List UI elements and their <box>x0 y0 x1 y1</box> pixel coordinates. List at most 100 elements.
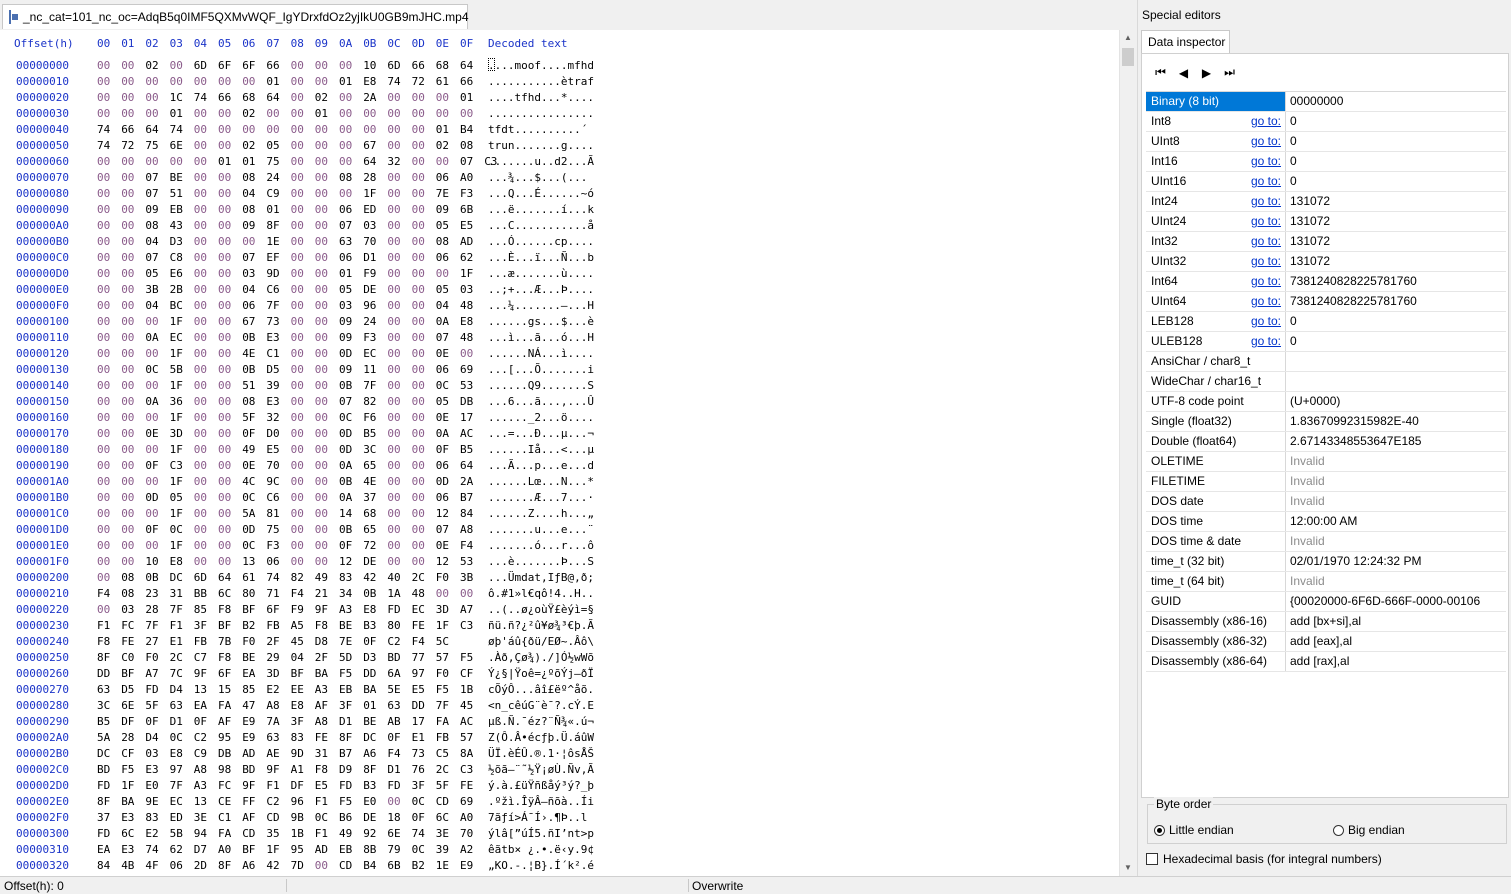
hex-byte[interactable]: 00 <box>121 362 134 378</box>
hex-byte[interactable]: 00 <box>121 250 134 266</box>
hex-byte[interactable]: 0F <box>242 426 255 442</box>
hex-byte[interactable]: DD <box>412 698 425 714</box>
hex-byte[interactable]: 06 <box>339 202 352 218</box>
hex-byte[interactable]: F5 <box>460 650 473 666</box>
hex-byte[interactable]: 1F <box>170 378 183 394</box>
hex-byte[interactable]: 00 <box>97 266 110 282</box>
inspector-row[interactable]: time_t (32 bit) 02/01/1970 12:24:32 PM <box>1146 552 1506 572</box>
hex-byte[interactable]: BA <box>315 666 328 682</box>
hex-byte[interactable]: 7F <box>170 602 183 618</box>
hex-byte[interactable]: 00 <box>97 506 110 522</box>
hex-byte[interactable]: 00 <box>412 186 425 202</box>
hex-byte[interactable]: 06 <box>170 858 183 874</box>
hex-byte[interactable]: B5 <box>363 426 376 442</box>
hex-byte[interactable]: 2C <box>436 762 449 778</box>
hex-byte[interactable]: EA <box>242 666 255 682</box>
big-endian-radio[interactable]: Big endian <box>1333 823 1405 837</box>
hex-byte[interactable]: 7A <box>266 714 279 730</box>
hex-byte[interactable]: BF <box>291 666 304 682</box>
hex-byte[interactable]: 6B <box>460 202 473 218</box>
hex-byte[interactable]: B4 <box>363 858 376 874</box>
hex-byte[interactable]: 0A <box>339 490 352 506</box>
hex-byte[interactable]: 00 <box>194 106 207 122</box>
decoded-text[interactable]: ................ <box>488 106 594 122</box>
hex-byte[interactable]: 73 <box>412 746 425 762</box>
hex-byte[interactable]: 0B <box>339 474 352 490</box>
hex-byte[interactable]: 00 <box>97 170 110 186</box>
hex-byte[interactable]: B5 <box>460 442 473 458</box>
hex-byte[interactable]: 3B <box>460 570 473 586</box>
hex-byte[interactable]: 00 <box>194 74 207 90</box>
hex-byte[interactable]: F3 <box>363 330 376 346</box>
hex-byte[interactable]: A7 <box>460 602 473 618</box>
hex-byte[interactable]: 12 <box>436 554 449 570</box>
hex-byte[interactable]: B7 <box>339 746 352 762</box>
hex-byte[interactable]: 00 <box>363 106 376 122</box>
hex-byte[interactable]: A6 <box>242 858 255 874</box>
hex-byte[interactable]: 1F <box>363 186 376 202</box>
hex-byte[interactable]: 06 <box>436 362 449 378</box>
hex-byte[interactable]: 00 <box>218 442 231 458</box>
hex-byte[interactable]: 00 <box>291 410 304 426</box>
hex-byte[interactable]: 02 <box>145 58 158 74</box>
hex-byte[interactable]: 00 <box>121 298 134 314</box>
hex-byte[interactable]: 7F <box>363 378 376 394</box>
hex-byte[interactable]: 66 <box>121 122 134 138</box>
hex-byte[interactable]: 01 <box>266 74 279 90</box>
hex-byte[interactable]: 00 <box>315 474 328 490</box>
hex-byte[interactable]: FB <box>194 634 207 650</box>
hex-byte[interactable]: 0D <box>145 490 158 506</box>
hex-byte[interactable]: FF <box>242 794 255 810</box>
hex-byte[interactable]: 00 <box>315 554 328 570</box>
hex-byte[interactable]: 48 <box>412 586 425 602</box>
hex-byte[interactable]: 00 <box>291 74 304 90</box>
inspector-row[interactable]: Int24 go to: 131072 <box>1146 192 1506 212</box>
hex-byte[interactable]: 00 <box>97 234 110 250</box>
hex-byte[interactable]: 00 <box>315 442 328 458</box>
hex-byte[interactable]: A8 <box>266 698 279 714</box>
hex-byte[interactable]: 05 <box>436 282 449 298</box>
hex-byte[interactable]: 6F <box>242 58 255 74</box>
hex-byte[interactable]: DC <box>363 730 376 746</box>
hex-byte[interactable]: 00 <box>291 282 304 298</box>
hex-byte[interactable]: 6E <box>387 826 400 842</box>
hex-byte[interactable]: 0E <box>436 538 449 554</box>
hex-byte[interactable]: FD <box>97 826 110 842</box>
hex-byte[interactable]: 49 <box>242 442 255 458</box>
decoded-text[interactable]: ......Iå...<...µ <box>488 442 594 458</box>
hex-byte[interactable]: 04 <box>145 234 158 250</box>
decoded-text[interactable]: ......NÁ...ì.... <box>488 346 594 362</box>
hex-byte[interactable]: 74 <box>145 842 158 858</box>
hex-byte[interactable]: 00 <box>412 250 425 266</box>
hex-byte[interactable]: 03 <box>363 218 376 234</box>
hex-byte[interactable]: 00 <box>218 426 231 442</box>
hex-byte[interactable]: 00 <box>218 362 231 378</box>
hex-byte[interactable]: BF <box>218 618 231 634</box>
hex-byte[interactable]: 00 <box>97 330 110 346</box>
hex-byte[interactable]: BF <box>121 666 134 682</box>
hex-byte[interactable]: 0E <box>436 346 449 362</box>
hex-byte[interactable]: 00 <box>315 346 328 362</box>
hex-byte[interactable]: 97 <box>170 762 183 778</box>
hex-byte[interactable]: 00 <box>97 202 110 218</box>
hex-byte[interactable]: 00 <box>387 474 400 490</box>
hex-byte[interactable]: 1C <box>170 90 183 106</box>
hex-byte[interactable]: 00 <box>315 202 328 218</box>
hex-byte[interactable]: F8 <box>315 618 328 634</box>
hex-byte[interactable]: 00 <box>121 314 134 330</box>
hex-byte[interactable]: 72 <box>363 538 376 554</box>
hex-byte[interactable]: B2 <box>242 618 255 634</box>
hex-byte[interactable]: 06 <box>436 170 449 186</box>
inspector-row[interactable]: Int8 go to: 0 <box>1146 112 1506 132</box>
hex-byte[interactable]: 67 <box>242 314 255 330</box>
hex-byte[interactable]: 7E <box>436 186 449 202</box>
hex-byte[interactable]: 6C <box>121 826 134 842</box>
hex-byte[interactable]: FE <box>460 778 473 794</box>
hex-byte[interactable]: 3C <box>97 698 110 714</box>
hex-byte[interactable]: 00 <box>242 122 255 138</box>
hex-byte[interactable]: 05 <box>145 266 158 282</box>
hex-byte[interactable]: BF <box>242 602 255 618</box>
hex-byte[interactable]: 00 <box>412 298 425 314</box>
hex-byte[interactable]: 00 <box>194 474 207 490</box>
hex-byte[interactable]: 97 <box>412 666 425 682</box>
